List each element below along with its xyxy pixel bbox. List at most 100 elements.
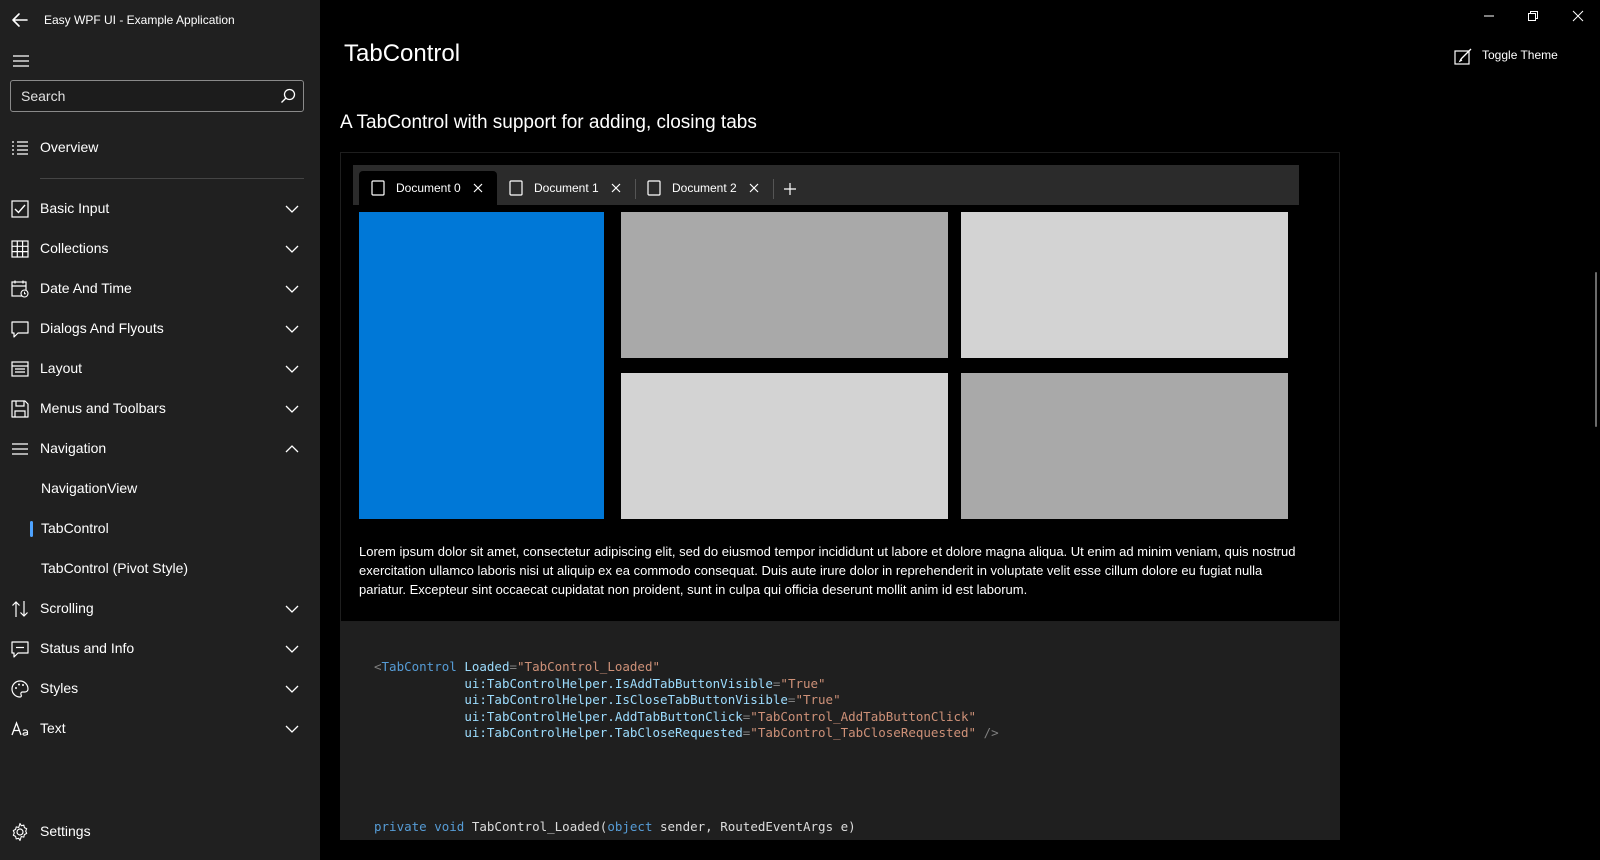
chat-icon xyxy=(11,321,29,338)
sidebar-item-collections[interactable]: Collections xyxy=(0,230,320,268)
restore-button[interactable] xyxy=(1518,6,1548,26)
title-bar: Easy WPF UI - Example Application xyxy=(0,0,320,40)
edit-theme-icon xyxy=(1454,48,1472,65)
code-token: ui:TabControlHelper.AddTabButtonClick xyxy=(464,708,743,724)
pane-toggle-button[interactable] xyxy=(10,50,32,72)
code-token: private xyxy=(374,819,427,834)
tab-document-0[interactable]: Document 0 xyxy=(359,171,497,205)
sidebar-item-settings[interactable]: Settings xyxy=(0,813,320,851)
code-token: True xyxy=(787,675,819,691)
sidebar-divider xyxy=(40,178,304,179)
page-title: TabControl xyxy=(344,40,461,67)
text-icon xyxy=(11,721,29,736)
toggle-theme-button[interactable]: Toggle Theme xyxy=(1453,44,1573,68)
search-button[interactable] xyxy=(279,87,297,105)
palette-icon xyxy=(11,680,29,698)
sidebar-item-navigation[interactable]: Navigation xyxy=(0,430,320,468)
code-token: TabControl xyxy=(381,659,457,674)
tab-separator xyxy=(773,179,774,199)
layout-icon xyxy=(11,361,29,377)
content-tile xyxy=(961,373,1288,519)
restore-icon xyxy=(1528,11,1538,21)
sidebar-item-styles[interactable]: Styles xyxy=(0,670,320,708)
sidebar-item-layout[interactable]: Layout xyxy=(0,350,320,388)
status-icon xyxy=(11,641,29,658)
tab-document-2[interactable]: Document 2 xyxy=(635,171,773,205)
code-token: sender, RoutedEventArgs e) xyxy=(652,819,856,834)
minimize-button[interactable] xyxy=(1474,6,1504,26)
close-tab-icon[interactable] xyxy=(471,181,485,195)
add-tab-button[interactable] xyxy=(781,180,799,198)
sidebar-item-label: Navigation xyxy=(40,440,107,456)
chevron-down-icon xyxy=(285,285,299,293)
document-icon xyxy=(509,180,523,196)
list-icon xyxy=(12,141,28,155)
back-arrow-icon xyxy=(12,13,28,27)
close-window-button[interactable] xyxy=(1563,6,1593,26)
code-token: TabControl_Loaded xyxy=(524,659,653,674)
sidebar-item-label: NavigationView xyxy=(41,480,138,496)
sidebar-item-label: Basic Input xyxy=(40,200,110,216)
selection-indicator xyxy=(30,521,33,537)
sidebar-item-overview[interactable]: Overview xyxy=(0,129,320,167)
grid-icon xyxy=(11,240,29,258)
app-title: Easy WPF UI - Example Application xyxy=(44,13,235,27)
sidebar-item-label: Settings xyxy=(40,823,91,839)
minimize-icon xyxy=(1484,15,1494,17)
back-button[interactable] xyxy=(8,8,32,32)
sidebar-item-label: Text xyxy=(40,720,66,736)
chevron-down-icon xyxy=(285,365,299,373)
close-tab-icon[interactable] xyxy=(609,181,623,195)
tab-label: Document 1 xyxy=(534,181,599,195)
chevron-down-icon xyxy=(285,205,299,213)
sidebar-item-tabcontrol[interactable]: TabControl xyxy=(0,510,320,548)
sidebar-item-label: Collections xyxy=(40,240,109,256)
content-tile-blue xyxy=(359,212,604,519)
sidebar-item-status-and-info[interactable]: Status and Info xyxy=(0,630,320,668)
hamburger-icon xyxy=(13,55,29,67)
tab-body-text: Lorem ipsum dolor sit amet, consectetur … xyxy=(359,544,1296,597)
sidebar-item-label: Styles xyxy=(40,680,79,696)
sidebar-item-scrolling[interactable]: Scrolling xyxy=(0,590,320,628)
content-tile xyxy=(621,373,948,519)
navigation-icon xyxy=(12,443,28,455)
sidebar-item-navigationview[interactable]: NavigationView xyxy=(0,470,320,508)
sidebar-item-label: Layout xyxy=(40,360,83,376)
sidebar-item-text[interactable]: Text xyxy=(0,710,320,748)
close-icon xyxy=(1572,10,1584,22)
sidebar-item-basic-input[interactable]: Basic Input xyxy=(0,190,320,228)
chevron-down-icon xyxy=(285,245,299,253)
content-tile xyxy=(621,212,948,358)
save-icon xyxy=(11,400,29,418)
document-icon xyxy=(647,180,661,196)
code-token: ui:TabControlHelper.IsCloseTabButtonVisi… xyxy=(464,692,788,707)
code-token: TabControl_TabCloseRequested xyxy=(757,725,969,740)
chevron-down-icon xyxy=(285,605,299,613)
sidebar-item-menus-and-toolbars[interactable]: Menus and Toolbars xyxy=(0,390,320,428)
close-tab-icon[interactable] xyxy=(747,181,761,195)
example-title: A TabControl with support for adding, cl… xyxy=(340,112,757,133)
navigation-pane: Easy WPF UI - Example Application Overvi… xyxy=(0,0,320,860)
sidebar-item-label: Date And Time xyxy=(40,280,132,296)
sidebar-item-dialogs-and-flyouts[interactable]: Dialogs And Flyouts xyxy=(0,310,320,348)
sidebar-item-label: Dialogs And Flyouts xyxy=(40,320,164,336)
sidebar-item-date-and-time[interactable]: Date And Time xyxy=(0,270,320,308)
sidebar-item-label: Menus and Toolbars xyxy=(40,400,166,416)
chevron-down-icon xyxy=(285,725,299,733)
code-token: TabControl_AddTabButtonClick xyxy=(757,708,969,724)
chevron-down-icon xyxy=(285,325,299,333)
chevron-down-icon xyxy=(285,405,299,413)
content-tile xyxy=(961,212,1288,358)
toggle-theme-label: Toggle Theme xyxy=(1482,48,1558,62)
calendar-icon xyxy=(11,280,29,298)
csharp-code-block: private void TabControl_Loaded(object se… xyxy=(374,819,856,836)
chevron-down-icon xyxy=(285,685,299,693)
tab-label: Document 2 xyxy=(672,181,737,195)
chevron-down-icon xyxy=(285,645,299,653)
vertical-scrollbar[interactable] xyxy=(1595,272,1597,427)
code-token: Loaded xyxy=(464,659,510,674)
sidebar-item-label: Overview xyxy=(40,139,99,155)
tab-document-1[interactable]: Document 1 xyxy=(497,171,635,205)
search-input[interactable] xyxy=(11,81,269,111)
sidebar-item-tabcontrol-pivot-style[interactable]: TabControl (Pivot Style) xyxy=(0,550,320,588)
